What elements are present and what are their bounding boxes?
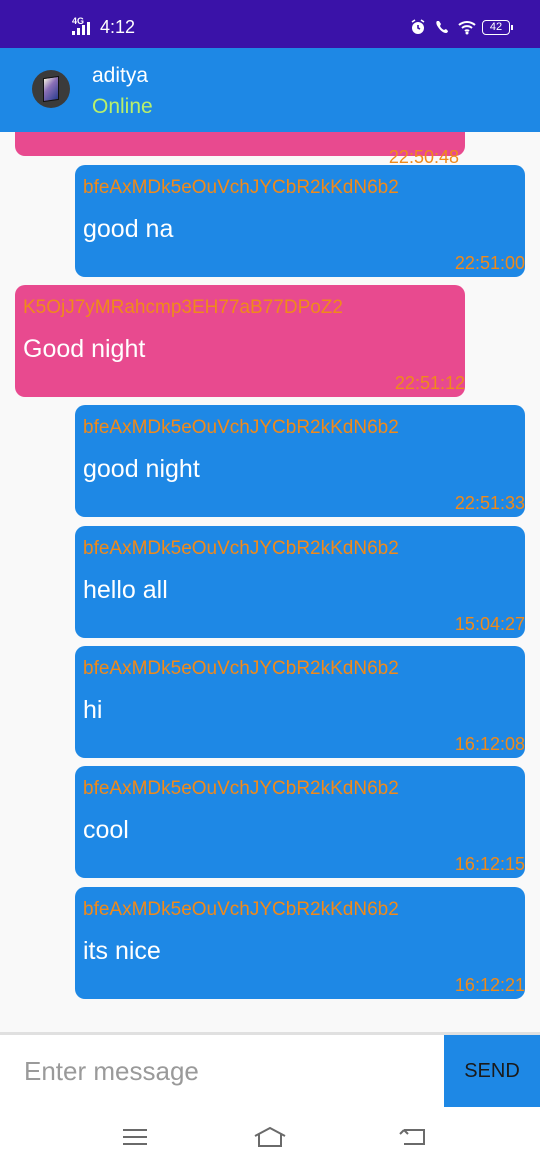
message-timestamp: 16:12:15: [454, 854, 525, 874]
message-timestamp: 15:04:27: [454, 614, 525, 634]
contact-avatar[interactable]: [32, 70, 70, 108]
menu-icon[interactable]: [118, 1123, 152, 1151]
message-sender: K5OjJ7yMRahcmp3EH77aB77DPoZ2: [23, 297, 343, 318]
message-timestamp: 16:12:08: [454, 734, 525, 754]
status-time: 4:12: [100, 17, 136, 37]
message-bubble[interactable]: 22:50:48: [15, 132, 465, 167]
message-text: good night: [83, 455, 200, 483]
message-text: good na: [83, 215, 174, 243]
network-signal-icon: 4G: [72, 16, 94, 37]
message-bubble[interactable]: K5OjJ7yMRahcmp3EH77aB77DPoZ2 Good night …: [15, 285, 465, 397]
status-right: 42: [410, 19, 513, 35]
system-nav-bar: [0, 1107, 540, 1170]
message-timestamp: 22:51:12: [394, 373, 465, 393]
back-icon[interactable]: [396, 1123, 430, 1151]
message-text: hello all: [83, 576, 168, 604]
message-bubble[interactable]: bfeAxMDk5eOuVchJYCbR2kKdN6b2 good night …: [75, 405, 525, 517]
message-sender: bfeAxMDk5eOuVchJYCbR2kKdN6b2: [83, 177, 399, 198]
message-text: hi: [83, 696, 103, 724]
message-timestamp: 16:12:21: [454, 975, 525, 995]
message-sender: bfeAxMDk5eOuVchJYCbR2kKdN6b2: [83, 658, 399, 679]
message-sender: bfeAxMDk5eOuVchJYCbR2kKdN6b2: [83, 899, 399, 920]
message-input[interactable]: [0, 1035, 444, 1107]
message-list[interactable]: 22:50:48 bfeAxMDk5eOuVchJYCbR2kKdN6b2 go…: [0, 132, 540, 1032]
message-text: Good night: [23, 335, 146, 363]
avatar-image: [43, 75, 59, 103]
contact-status: Online: [92, 95, 153, 118]
message-bubble[interactable]: bfeAxMDk5eOuVchJYCbR2kKdN6b2 good na 22:…: [75, 165, 525, 277]
status-bar: 4G 4:12 42: [0, 0, 540, 48]
send-button[interactable]: SEND: [444, 1035, 540, 1107]
message-sender: bfeAxMDk5eOuVchJYCbR2kKdN6b2: [83, 778, 399, 799]
call-icon: [434, 19, 450, 35]
message-text: its nice: [83, 937, 161, 965]
alarm-icon: [410, 19, 426, 35]
message-text: cool: [83, 816, 129, 844]
message-timestamp: 22:51:33: [454, 493, 525, 513]
home-icon[interactable]: [253, 1123, 287, 1151]
message-sender: bfeAxMDk5eOuVchJYCbR2kKdN6b2: [83, 417, 399, 438]
battery-icon: 42: [482, 19, 513, 35]
contact-name[interactable]: aditya: [92, 64, 148, 88]
message-bubble[interactable]: bfeAxMDk5eOuVchJYCbR2kKdN6b2 hello all 1…: [75, 526, 525, 638]
message-composer: SEND: [0, 1035, 540, 1107]
chat-header: aditya Online: [0, 48, 540, 132]
message-bubble[interactable]: bfeAxMDk5eOuVchJYCbR2kKdN6b2 its nice 16…: [75, 887, 525, 999]
message-bubble[interactable]: bfeAxMDk5eOuVchJYCbR2kKdN6b2 cool 16:12:…: [75, 766, 525, 878]
message-bubble[interactable]: bfeAxMDk5eOuVchJYCbR2kKdN6b2 hi 16:12:08: [75, 646, 525, 758]
message-timestamp: 22:51:00: [454, 253, 525, 273]
message-sender: bfeAxMDk5eOuVchJYCbR2kKdN6b2: [83, 538, 399, 559]
status-left: 4G 4:12: [72, 16, 136, 38]
wifi-icon: [458, 19, 476, 35]
